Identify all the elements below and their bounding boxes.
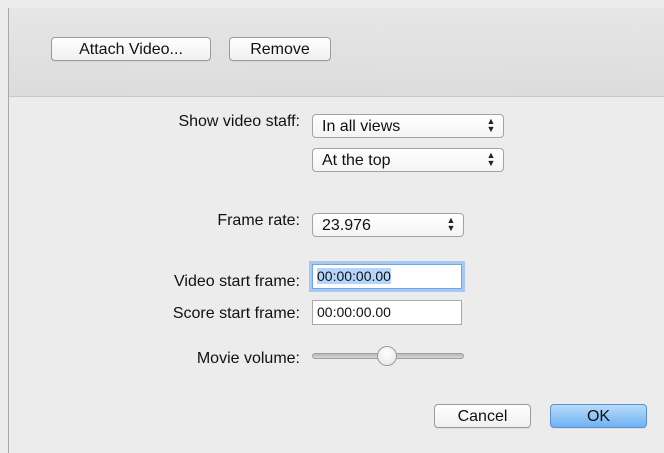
- frame-rate-label: Frame rate:: [217, 212, 300, 229]
- frame-rate-popup[interactable]: 23.976 ▲ ▼: [312, 213, 464, 237]
- up-down-arrows-icon: ▲ ▼: [446, 215, 456, 233]
- video-start-frame-value: 00:00:00.00: [317, 268, 391, 284]
- score-start-frame-field[interactable]: 00:00:00.00: [312, 300, 462, 325]
- video-dialog: Attach Video... Remove Show video staff:…: [8, 8, 664, 453]
- movie-volume-slider-knob[interactable]: [377, 346, 397, 366]
- attach-video-button[interactable]: Attach Video...: [51, 37, 211, 61]
- remove-button[interactable]: Remove: [229, 37, 331, 61]
- up-down-arrows-icon: ▲ ▼: [486, 116, 496, 134]
- video-start-frame-field[interactable]: 00:00:00.00: [312, 264, 462, 289]
- show-video-staff-label: Show video staff:: [178, 113, 300, 130]
- cancel-button[interactable]: Cancel: [434, 404, 531, 428]
- up-down-arrows-icon: ▲ ▼: [486, 150, 496, 168]
- show-video-staff-popup[interactable]: In all views ▲ ▼: [312, 114, 504, 138]
- video-staff-position-popup[interactable]: At the top ▲ ▼: [312, 148, 504, 172]
- score-start-frame-label: Score start frame:: [172, 305, 300, 322]
- frame-rate-value: 23.976: [322, 217, 371, 234]
- ok-button[interactable]: OK: [550, 404, 647, 428]
- show-video-staff-value: In all views: [322, 118, 401, 135]
- movie-volume-label: Movie volume:: [196, 350, 300, 367]
- video-staff-position-value: At the top: [322, 152, 391, 169]
- video-start-frame-label: Video start frame:: [174, 273, 300, 290]
- toolbar: Attach Video... Remove: [9, 8, 664, 97]
- score-start-frame-value: 00:00:00.00: [317, 304, 391, 320]
